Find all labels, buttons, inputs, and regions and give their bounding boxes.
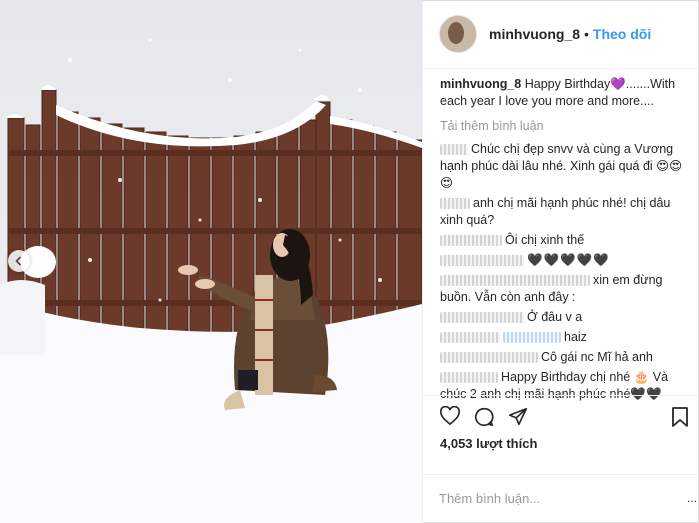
comment-text: anh chị mãi hạnh phúc nhé! chị dâu xinh … — [440, 196, 671, 227]
blurred-username — [440, 235, 502, 247]
post-photo[interactable] — [0, 0, 422, 523]
share-button[interactable] — [507, 406, 529, 433]
bookmark-icon — [672, 407, 688, 427]
list-item: haiz — [440, 329, 692, 346]
comment-input[interactable]: Thêm bình luận... — [439, 491, 540, 506]
comment-button[interactable] — [473, 406, 495, 433]
comment-text: Chúc chị đẹp snvv và cùng a Vương hạnh p… — [440, 142, 683, 190]
list-item: 🖤🖤🖤🖤🖤 — [440, 252, 692, 269]
post-header: minhvuong_8 • Theo dõi — [423, 0, 699, 69]
comment-icon — [474, 407, 494, 427]
add-comment-bar: Thêm bình luận... ... — [423, 474, 699, 523]
carousel-dot — [195, 508, 200, 513]
blurred-username — [440, 352, 538, 364]
avatar[interactable] — [439, 15, 477, 53]
header-separator: • — [584, 26, 589, 42]
caption: minhvuong_8 Happy Birthday💜.......With e… — [440, 76, 692, 110]
post-actions — [423, 395, 699, 436]
carousel-prev-button[interactable] — [8, 250, 30, 272]
carousel-dot-active — [204, 508, 209, 513]
list-item: anh chị mãi hạnh phúc nhé! chị dâu xinh … — [440, 195, 692, 229]
comment-text: Cô gái nc Mĩ hả anh — [541, 350, 653, 364]
comment-text: Ôi chị xinh thế — [505, 233, 585, 247]
list-item: xin em đừng buồn. Vẫn còn anh đây : — [440, 272, 692, 306]
load-more-comments[interactable]: Tải thêm bình luận — [440, 118, 692, 135]
comment-text: haiz — [564, 330, 587, 344]
like-button[interactable] — [439, 405, 461, 431]
save-button[interactable] — [671, 406, 689, 433]
caption-username[interactable]: minhvuong_8 — [440, 77, 521, 91]
list-item: Cô gái nc Mĩ hả anh — [440, 349, 692, 366]
carousel-dots — [195, 508, 218, 513]
carousel-dot — [213, 508, 218, 513]
header-username[interactable]: minhvuong_8 — [489, 26, 580, 42]
heart-icon — [439, 405, 461, 426]
comment-text: Ở đâu v a — [527, 310, 583, 324]
chevron-left-icon — [15, 256, 22, 266]
blurred-username — [440, 255, 524, 267]
follow-button[interactable]: Theo dõi — [593, 26, 651, 42]
blurred-mention — [503, 332, 561, 344]
more-options-button[interactable]: ... — [687, 491, 697, 505]
blurred-username — [440, 275, 590, 287]
blurred-username — [440, 144, 468, 156]
post-side-panel: minhvuong_8 • Theo dõi minhvuong_8 Happy… — [422, 0, 699, 523]
snow-photo-illustration — [0, 0, 422, 523]
blurred-username — [440, 198, 470, 210]
list-item: Ôi chị xinh thế — [440, 232, 692, 249]
share-icon — [508, 407, 528, 426]
blurred-username — [440, 372, 498, 384]
blurred-username — [440, 312, 524, 324]
likes-count[interactable]: 4,053 lượt thích — [440, 436, 537, 451]
blurred-username — [440, 332, 500, 344]
comment-text: 🖤🖤🖤🖤🖤 — [527, 253, 610, 267]
list-item: Chúc chị đẹp snvv và cùng a Vương hạnh p… — [440, 141, 692, 192]
comments-list: minhvuong_8 Happy Birthday💜.......With e… — [440, 76, 692, 406]
list-item: Ở đâu v a — [440, 309, 692, 326]
